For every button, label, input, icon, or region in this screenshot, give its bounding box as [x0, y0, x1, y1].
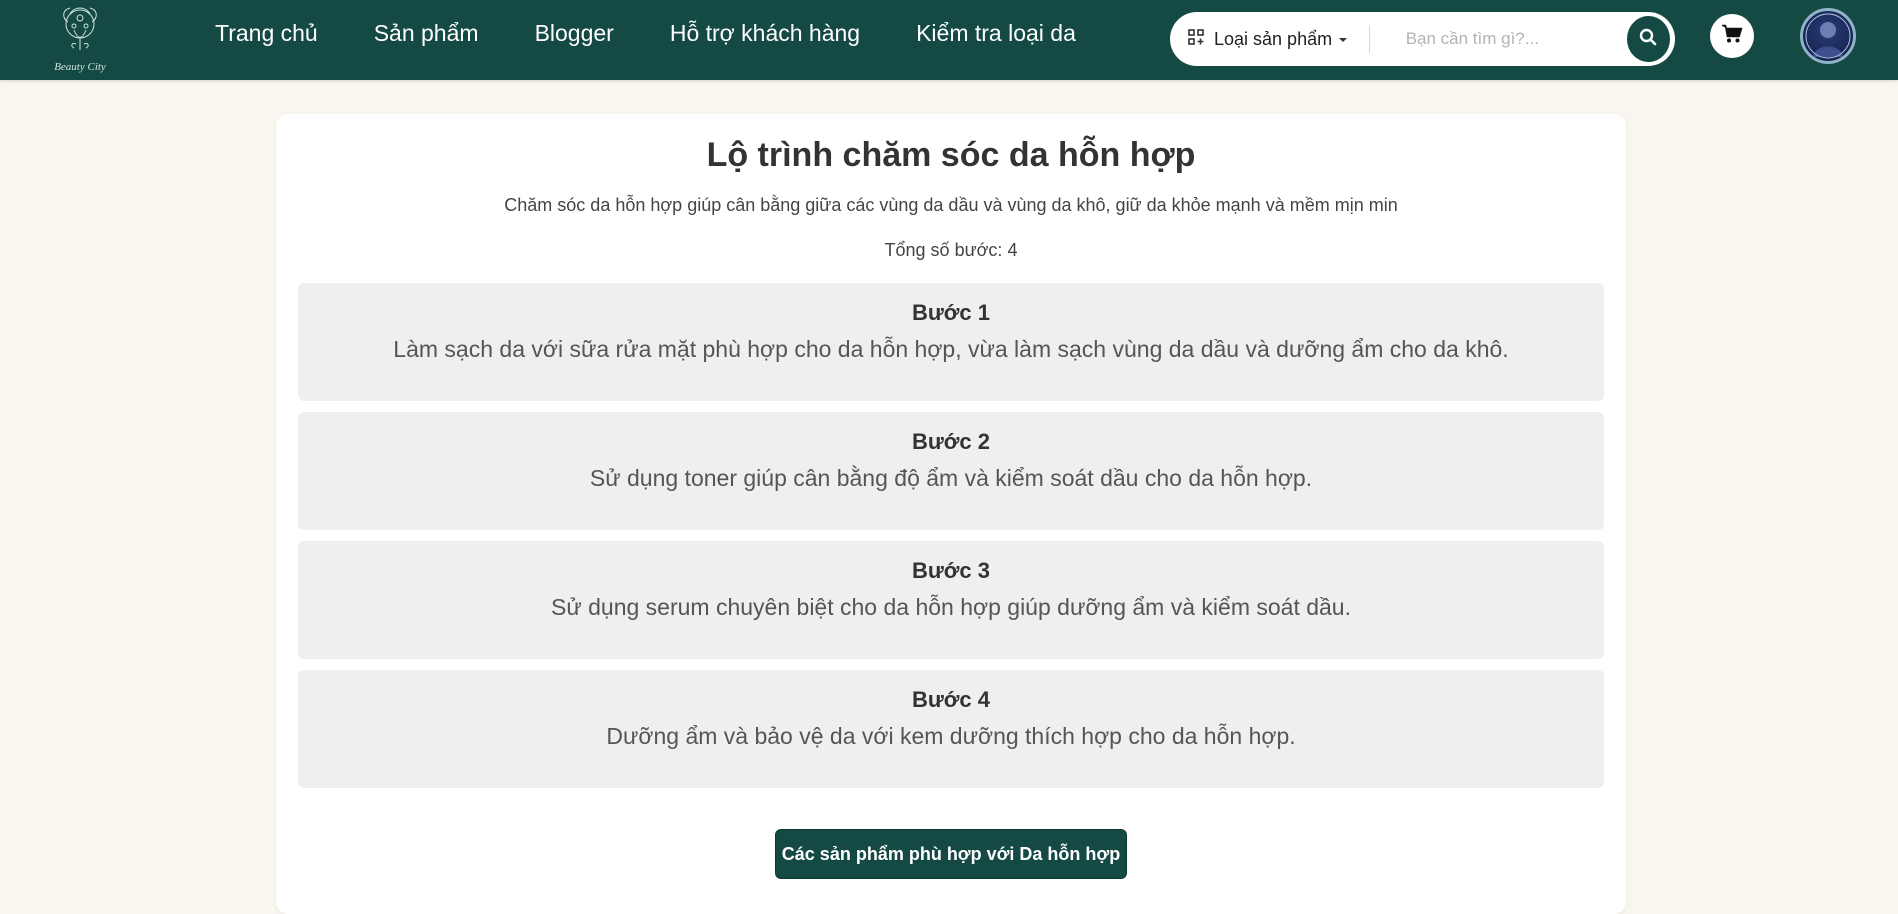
- step-text: Sử dụng toner giúp cân bằng độ ẩm và kiể…: [589, 465, 1313, 491]
- nav-link-blogger[interactable]: Blogger: [535, 20, 614, 47]
- step-item: Bước 3 Sử dụng serum chuyên biệt cho da …: [298, 541, 1604, 659]
- nav-link-skin-test[interactable]: Kiểm tra loại da: [916, 20, 1076, 47]
- step-item: Bước 1 Làm sạch da với sữa rửa mặt phù h…: [298, 283, 1604, 401]
- search-button[interactable]: [1626, 16, 1670, 62]
- step-text: Sử dụng serum chuyên biệt cho da hỗn hợp…: [551, 594, 1351, 620]
- brand-logo-text: Beauty City: [54, 61, 106, 73]
- routine-title: Lộ trình chăm sóc da hỗn hợp: [706, 136, 1196, 174]
- grid-icon: [1188, 28, 1204, 50]
- nav-link-home[interactable]: Trang chủ: [215, 20, 318, 47]
- category-dropdown[interactable]: Loại sản phẩm: [1170, 12, 1369, 66]
- step-item: Bước 4 Dưỡng ẩm và bảo vệ da với kem dưỡ…: [298, 670, 1604, 788]
- step-title: Bước 4: [911, 687, 991, 712]
- user-avatar[interactable]: [1800, 8, 1856, 64]
- top-navbar: Beauty City Trang chủ Sản phẩm Blogger H…: [0, 0, 1898, 80]
- category-label: Loại sản phẩm: [1214, 28, 1333, 49]
- routine-card: Lộ trình chăm sóc da hỗn hợp Chăm sóc da…: [276, 114, 1626, 914]
- brand-logo-icon: Beauty City: [54, 7, 106, 73]
- caret-down-icon: [1338, 29, 1348, 50]
- search-bar: Loại sản phẩm: [1170, 12, 1675, 66]
- step-text: Làm sạch da với sữa rửa mặt phù hợp cho …: [393, 336, 1509, 362]
- step-title: Bước 1: [911, 300, 991, 325]
- total-steps: Tổng số bước: 4: [884, 240, 1018, 260]
- cart-icon: [1721, 24, 1743, 49]
- step-title: Bước 2: [911, 429, 991, 454]
- brand-logo[interactable]: Beauty City: [40, 0, 120, 80]
- cart-button[interactable]: [1710, 14, 1754, 58]
- step-text: Dưỡng ẩm và bảo vệ da với kem dưỡng thíc…: [606, 723, 1296, 749]
- avatar-image: [1805, 13, 1851, 59]
- search-input[interactable]: [1369, 12, 1627, 66]
- nav-link-support[interactable]: Hỗ trợ khách hàng: [670, 20, 860, 47]
- step-item: Bước 2 Sử dụng toner giúp cân bằng độ ẩm…: [298, 412, 1604, 530]
- step-title: Bước 3: [911, 558, 991, 583]
- search-icon: [1639, 28, 1657, 51]
- main-nav: Trang chủ Sản phẩm Blogger Hỗ trợ khách …: [215, 0, 1132, 66]
- nav-link-products[interactable]: Sản phẩm: [374, 20, 479, 47]
- suitable-products-button[interactable]: Các sản phẩm phù hợp với Da hỗn hợp: [775, 829, 1127, 879]
- routine-description: Chăm sóc da hỗn hợp giúp cân bằng giữa c…: [504, 195, 1398, 215]
- steps-list: Bước 1 Làm sạch da với sữa rửa mặt phù h…: [298, 283, 1604, 799]
